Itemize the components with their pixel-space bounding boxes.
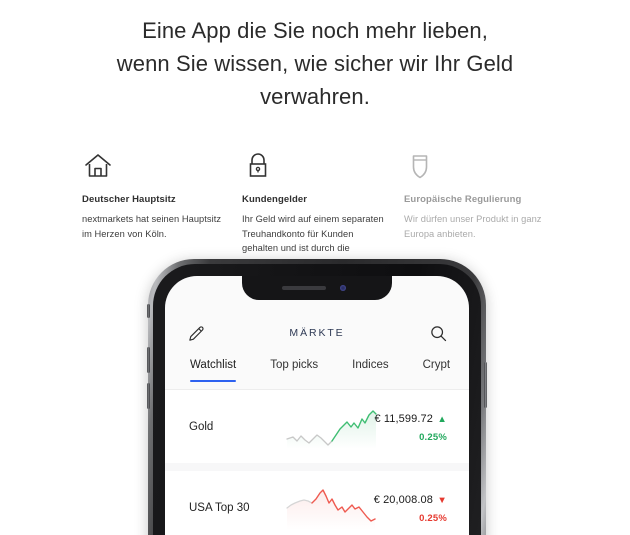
tab-top-picks[interactable]: Top picks (270, 356, 318, 371)
landing-page-section: Eine App die Sie noch mehr lieben, wenn … (0, 0, 630, 535)
phone-volume-up-button[interactable] (147, 347, 150, 373)
phone-mute-switch[interactable] (147, 304, 150, 318)
home-icon (82, 150, 228, 190)
arrow-down-icon: ▼ (437, 494, 447, 506)
earpiece-speaker-icon (282, 286, 326, 290)
phone-screen: MÄRKTE Watchlist Top picks Indices Crypt… (165, 276, 469, 535)
feature-body: Wir dürfen unser Produkt in ganz Europa … (404, 214, 542, 239)
instrument-price: € 20,008.08 (373, 493, 433, 506)
instrument-name: Gold (189, 420, 214, 433)
feature-title: Kundengelder (242, 194, 308, 205)
tab-crypto[interactable]: Crypt (423, 356, 450, 371)
sparkline-chart (285, 486, 376, 530)
headline-line-1: Eine App die Sie noch mehr lieben, (142, 18, 488, 43)
row-separator (165, 463, 469, 471)
instrument-name: USA Top 30 (189, 501, 250, 514)
change-value: 0.25% (419, 431, 447, 443)
table-row[interactable]: Gold € 11,599.72 ▲ 0.25% (165, 390, 469, 463)
shield-icon (404, 150, 550, 190)
phone-notch (242, 276, 392, 300)
headline-line-2: wenn Sie wissen, wie sicher wir Ihr Geld (116, 51, 514, 76)
feature-item-eu-regulation: Europäische Regulierung Wir dürfen unser… (404, 150, 564, 270)
phone-body: MÄRKTE Watchlist Top picks Indices Crypt… (153, 264, 481, 535)
phone-volume-down-button[interactable] (147, 383, 150, 409)
feature-list: Deutscher Hauptsitz nextmarkets hat sein… (82, 150, 582, 270)
feature-body: nextmarkets hat seinen Hauptsitz im Herz… (82, 214, 222, 239)
table-row[interactable]: USA Top 30 € 20,008.08 ▼ 0.25% (165, 471, 469, 535)
app-tab-bar: Watchlist Top picks Indices Crypt (165, 356, 469, 390)
phone-frame: MÄRKTE Watchlist Top picks Indices Crypt… (147, 259, 487, 535)
tab-indices[interactable]: Indices (352, 356, 388, 371)
sparkline-chart (285, 405, 377, 449)
feature-title: Europäische Regulierung (404, 194, 522, 205)
app-title: MÄRKTE (289, 327, 345, 339)
feature-item-headquarters: Deutscher Hauptsitz nextmarkets hat sein… (82, 150, 242, 270)
instrument-price: € 11,599.72 (374, 412, 433, 425)
change-value: 0.25% (419, 512, 447, 524)
feature-title: Deutscher Hauptsitz (82, 194, 176, 205)
app-header: MÄRKTE (165, 312, 469, 354)
pencil-icon[interactable] (185, 322, 207, 344)
search-icon[interactable] (427, 322, 449, 344)
watchlist: Gold € 11,599.72 ▲ 0.25% USA Top 30 € 20… (165, 390, 469, 535)
phone-mockup: MÄRKTE Watchlist Top picks Indices Crypt… (147, 259, 487, 535)
arrow-up-icon: ▲ (437, 413, 447, 425)
lock-icon (242, 150, 390, 190)
page-title: Eine App die Sie noch mehr lieben, wenn … (0, 14, 630, 113)
phone-power-button[interactable] (484, 362, 487, 408)
front-camera-icon (340, 285, 346, 291)
tab-watchlist[interactable]: Watchlist (190, 356, 237, 382)
feature-item-client-funds: Kundengelder Ihr Geld wird auf einem sep… (242, 150, 404, 270)
headline-line-3: verwahren. (260, 84, 370, 109)
sparkline-fill-up (287, 410, 376, 449)
